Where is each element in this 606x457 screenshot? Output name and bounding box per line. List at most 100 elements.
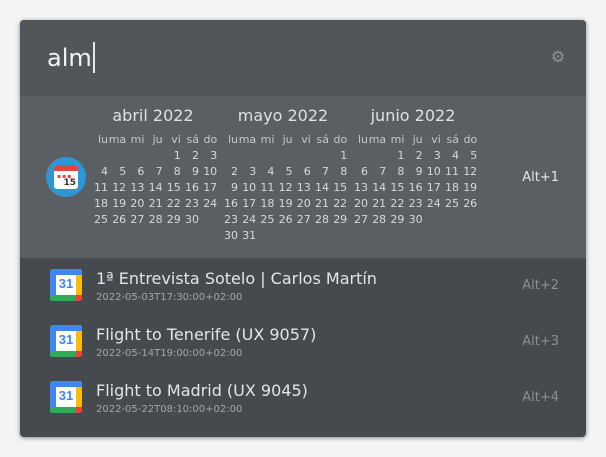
day-cell: 12 (278, 181, 293, 194)
day-cell: 9 (192, 165, 199, 178)
weekday-header: vi (301, 133, 311, 146)
day-cell: 3 (433, 149, 441, 162)
day-cell: 26 (112, 213, 127, 226)
day-cell: 28 (148, 213, 163, 226)
icon-band-bottom (50, 295, 76, 301)
day-cell: 12 (463, 165, 478, 178)
day-cell: 19 (278, 197, 293, 210)
day-cell: 3 (210, 149, 218, 162)
google-calendar-day: 31 (58, 388, 74, 403)
weekday-header: sá (446, 133, 459, 146)
weekday-header: vi (431, 133, 441, 146)
day-cell: 8 (340, 165, 348, 178)
day-cell: 1 (397, 149, 405, 162)
day-cell: 4 (267, 165, 275, 178)
day-cell: 29 (333, 213, 348, 226)
day-cell: 2 (192, 149, 199, 162)
icon-band-corner (76, 407, 82, 413)
day-cell: 6 (303, 165, 311, 178)
google-calendar-icon: 31 (50, 269, 82, 301)
day-cell: 21 (148, 197, 163, 210)
day-cell: 10 (242, 181, 257, 194)
day-cell: 15 (333, 181, 348, 194)
weekday-header: do (463, 133, 478, 146)
day-cell: 25 (260, 213, 275, 226)
day-cell: 20 (354, 197, 368, 210)
result-event[interactable]: 31 Flight to Tenerife (UX 9057) 2022-05-… (20, 314, 586, 370)
day-cell: 13 (130, 181, 145, 194)
weekday-header: ma (368, 133, 387, 146)
day-cell: 22 (166, 197, 181, 210)
day-cell: 11 (94, 181, 108, 194)
day-cell: 30 (224, 229, 238, 242)
day-cell: 20 (130, 197, 145, 210)
day-cell: 17 (242, 197, 257, 210)
day-cell: 13 (354, 181, 368, 194)
search-query[interactable]: alm (47, 41, 92, 75)
weekday-header: ju (412, 133, 423, 146)
shortcut-label: Alt+3 (522, 334, 559, 349)
day-cell: 24 (242, 213, 257, 226)
day-cell: 11 (260, 181, 275, 194)
calendar-sheet-header (54, 165, 78, 171)
google-calendar-day: 31 (58, 276, 74, 291)
day-cell: 25 (94, 213, 108, 226)
day-cell: 18 (94, 197, 108, 210)
day-cell: 27 (354, 213, 368, 226)
weekday-header: ju (152, 133, 163, 146)
calendar-sheet: ▪▪▪ 15 (54, 165, 78, 189)
day-cell: 14 (315, 181, 329, 194)
month-title: junio 2022 (370, 106, 456, 125)
day-cell: 7 (379, 165, 387, 178)
day-cell: 23 (224, 213, 238, 226)
shortcut-label: Alt+4 (522, 390, 559, 405)
google-calendar-icon: 31 (50, 325, 82, 357)
day-cell: 29 (390, 213, 405, 226)
weekday-header: mi (130, 133, 145, 146)
google-calendar-day: 31 (58, 332, 74, 347)
day-cell: 14 (148, 181, 163, 194)
launcher-window: alm ⚙ ▪▪▪ 15 abril 2022 lu ma mi ju vi sá do 1 2 3… (20, 20, 586, 437)
day-cell: 18 (445, 181, 459, 194)
day-cell: 6 (137, 165, 145, 178)
shortcut-label: Alt+1 (522, 170, 559, 185)
icon-band-corner (76, 295, 82, 301)
day-cell: 21 (315, 197, 329, 210)
weekday-header: lu (357, 133, 368, 146)
result-event[interactable]: 31 Flight to Madrid (UX 9045) 2022-05-22… (20, 370, 586, 426)
day-cell: 29 (166, 213, 181, 226)
result-calendar[interactable]: ▪▪▪ 15 abril 2022 lu ma mi ju vi sá do 1 2 3 4 5 6 7 8 9… (20, 96, 586, 258)
day-cell: 9 (231, 181, 238, 194)
day-cell: 23 (185, 197, 199, 210)
weekday-header: mi (390, 133, 405, 146)
gear-icon[interactable]: ⚙ (550, 49, 566, 65)
day-cell: 30 (408, 213, 423, 226)
search-bar[interactable]: alm ⚙ (20, 20, 586, 96)
day-cell: 22 (390, 197, 405, 210)
icon-band-bottom (50, 351, 76, 357)
weekday-header: ju (282, 133, 293, 146)
weekday-header: lu (97, 133, 108, 146)
month-title: abril 2022 (112, 106, 194, 125)
day-cell: 10 (426, 165, 441, 178)
weekday-header: do (203, 133, 218, 146)
weekday-header: do (333, 133, 348, 146)
text-caret (93, 42, 95, 73)
result-title: Flight to Madrid (UX 9045) (96, 381, 308, 400)
day-cell: 28 (372, 213, 387, 226)
result-subtitle: 2022-05-03T17:30:00+02:00 (96, 292, 243, 303)
day-cell: 7 (155, 165, 163, 178)
day-cell: 23 (408, 197, 423, 210)
day-cell: 16 (408, 181, 423, 194)
day-cell: 4 (101, 165, 108, 178)
result-event[interactable]: 31 1ª Entrevista Sotelo | Carlos Martín … (20, 258, 586, 314)
day-cell: 7 (322, 165, 329, 178)
weekday-header: vi (171, 133, 181, 146)
day-cell: 28 (315, 213, 329, 226)
day-cell: 12 (112, 181, 127, 194)
day-cell: 16 (185, 181, 199, 194)
day-cell: 17 (203, 181, 218, 194)
day-cell: 5 (285, 165, 293, 178)
month-title: mayo 2022 (237, 106, 329, 125)
day-cell: 30 (185, 213, 199, 226)
